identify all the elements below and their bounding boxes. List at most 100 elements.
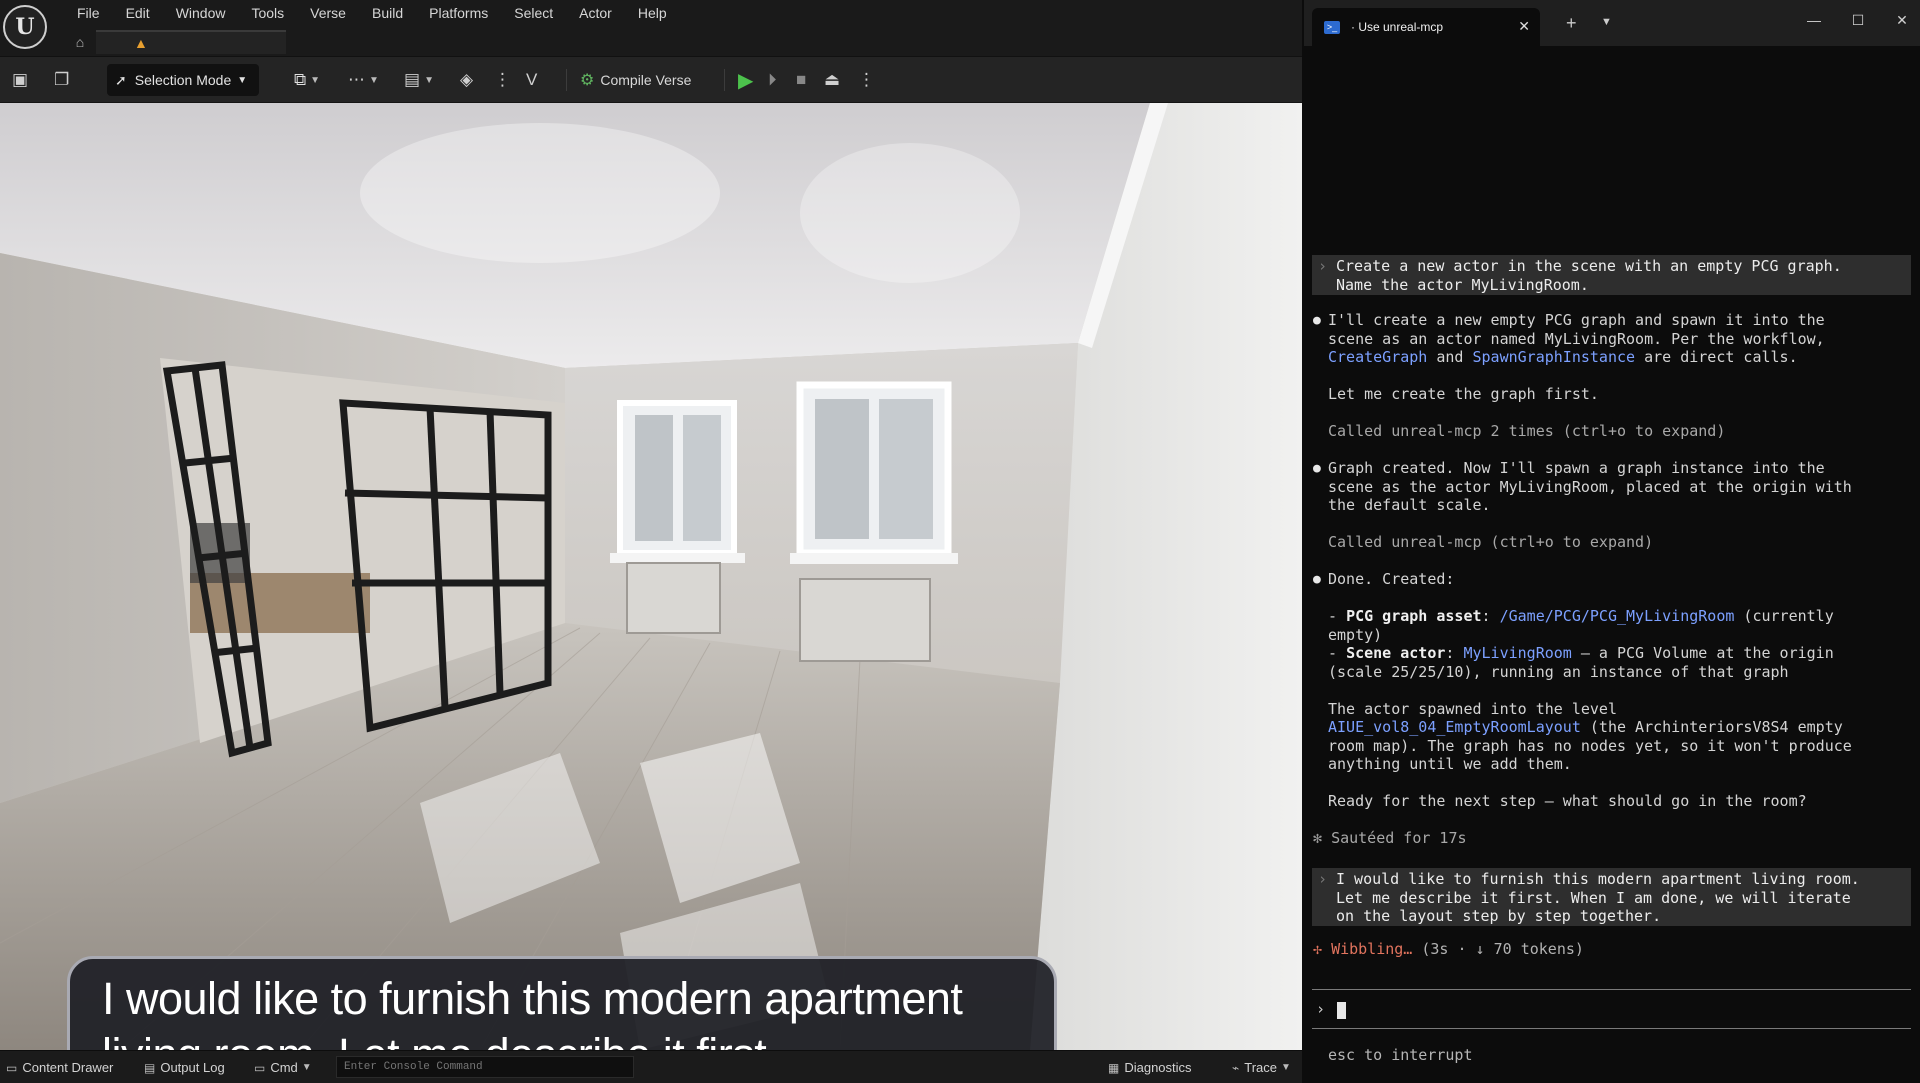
trace-icon: ⌁ bbox=[1232, 1060, 1240, 1075]
stop-button[interactable]: ■ bbox=[796, 67, 806, 93]
play-options-button[interactable]: ⋮ bbox=[858, 67, 875, 93]
timing-line: ✻ Sautéed for 17s bbox=[1313, 829, 1467, 847]
menu-select[interactable]: Select bbox=[501, 4, 566, 22]
level-line-2: AIUE_vol8_04_EmptyRoomLayout (the Archin… bbox=[1328, 718, 1843, 736]
created-item-graph-cont: empty) bbox=[1328, 626, 1383, 644]
level-viewport[interactable]: I would like to furnish this modern apar… bbox=[0, 103, 1302, 1050]
save-icon: ▣ bbox=[12, 70, 29, 89]
unreal-editor-window: U File Edit Window Tools Verse Build Pla… bbox=[0, 0, 1302, 1083]
chevron-down-icon: ▼ bbox=[369, 74, 379, 86]
menu-window[interactable]: Window bbox=[163, 4, 239, 22]
reply-1-line-3: CreateGraph and SpawnGraphInstance are d… bbox=[1328, 348, 1798, 366]
drawer-icon: ▭ bbox=[6, 1060, 18, 1075]
browse-button[interactable]: ❐ bbox=[54, 67, 69, 93]
level-tab[interactable]: ▲ bbox=[96, 30, 286, 54]
cursor-icon: ➚ bbox=[115, 71, 127, 88]
home-icon: ⌂ bbox=[75, 34, 85, 50]
user-prompt-2: › I would like to furnish this modern ap… bbox=[1312, 868, 1911, 926]
prompt-chevron-icon: › bbox=[1318, 257, 1328, 275]
chevron-down-icon: ▼ bbox=[310, 74, 321, 86]
tool-call-summary-2[interactable]: Called unreal-mcp (ctrl+o to expand) bbox=[1328, 533, 1653, 552]
more-options-button[interactable]: ⋮ bbox=[494, 67, 511, 93]
unreal-logo[interactable]: U bbox=[3, 5, 47, 49]
terminal-titlebar: >_ · Use unreal-mcp ✕ + ▼ — ☐ ✕ bbox=[1304, 0, 1920, 46]
reply-1-line-1: I'll create a new empty PCG graph and sp… bbox=[1328, 311, 1825, 329]
compile-verse-button[interactable]: ⚙ Compile Verse bbox=[580, 67, 691, 93]
subtitle-caption: I would like to furnish this modern apar… bbox=[67, 956, 1057, 1050]
plus-icon[interactable]: + bbox=[1566, 13, 1577, 34]
eject-button[interactable]: ⏏ bbox=[824, 67, 840, 93]
maximize-icon[interactable]: ☐ bbox=[1848, 12, 1868, 29]
menu-help[interactable]: Help bbox=[625, 4, 680, 22]
cmd-dropdown[interactable]: ▭ Cmd ▼ bbox=[254, 1057, 312, 1078]
terminal-tab[interactable]: >_ · Use unreal-mcp ✕ bbox=[1312, 8, 1540, 46]
verse-button[interactable]: V bbox=[526, 67, 537, 93]
content-drawer-label: Content Drawer bbox=[22, 1060, 114, 1075]
level-name-link[interactable]: AIUE_vol8_04_EmptyRoomLayout bbox=[1328, 718, 1581, 736]
cinematics-button[interactable]: ▤ ▼ bbox=[404, 67, 434, 93]
reply-2-line-3: the default scale. bbox=[1328, 496, 1491, 514]
chevron-down-icon[interactable]: ▼ bbox=[1601, 16, 1612, 28]
menu-build[interactable]: Build bbox=[359, 4, 416, 22]
folder-icon: ❐ bbox=[54, 70, 70, 89]
blueprint-button[interactable]: ⋯ ▼ bbox=[348, 67, 379, 93]
kebab-icon: ⋮ bbox=[858, 70, 875, 89]
menu-bar: U File Edit Window Tools Verse Build Pla… bbox=[0, 0, 1302, 56]
asterisk-icon: ✻ bbox=[1313, 829, 1332, 847]
verse-icon: V bbox=[526, 70, 538, 89]
prompt-input[interactable]: › bbox=[1312, 989, 1911, 1029]
reply-1b: Let me create the graph first. bbox=[1328, 385, 1599, 403]
trace-dropdown[interactable]: ⌁ Trace ▼ bbox=[1232, 1057, 1291, 1078]
close-icon[interactable]: ✕ bbox=[1518, 18, 1530, 35]
menu-platforms[interactable]: Platforms bbox=[416, 4, 501, 22]
menu-verse[interactable]: Verse bbox=[297, 4, 359, 22]
diagnostics-button[interactable]: ▦ Diagnostics bbox=[1108, 1057, 1192, 1078]
output-log-label: Output Log bbox=[160, 1060, 225, 1075]
trace-label: Trace bbox=[1244, 1060, 1277, 1075]
diagnostics-icon: ▦ bbox=[1108, 1060, 1120, 1075]
main-toolbar: ▣ ❐ ➚ Selection Mode ▼ ⧉ ▼ ⋯ ▼ ▤ ▼ ◈ ⋮ V ⚙ … bbox=[0, 56, 1302, 102]
menu-edit[interactable]: Edit bbox=[113, 4, 163, 22]
reply-2-line-1: Graph created. Now I'll spawn a graph in… bbox=[1328, 459, 1825, 477]
save-button[interactable]: ▣ bbox=[12, 67, 28, 93]
chevron-down-icon: ▼ bbox=[1280, 1062, 1291, 1073]
tool-call-summary-1[interactable]: Called unreal-mcp 2 times (ctrl+o to exp… bbox=[1328, 422, 1725, 441]
home-tab[interactable]: ⌂ bbox=[64, 30, 96, 54]
close-window-icon[interactable]: ✕ bbox=[1892, 12, 1912, 29]
console-command-input[interactable] bbox=[336, 1056, 634, 1078]
step-button[interactable]: ⏵ bbox=[768, 67, 777, 93]
chevron-down-icon: ▼ bbox=[301, 1062, 312, 1073]
actor-name-link[interactable]: MyLivingRoom bbox=[1463, 644, 1571, 662]
terminal-icon: ▭ bbox=[254, 1060, 266, 1075]
status-bar: ▭ Content Drawer ▤ Output Log ▭ Cmd ▼ ▦ … bbox=[0, 1050, 1302, 1083]
add-cube-icon: ⧉ bbox=[294, 70, 307, 89]
minimize-icon[interactable]: — bbox=[1804, 12, 1824, 28]
created-item-graph: - PCG graph asset: /Game/PCG/PCG_MyLivin… bbox=[1328, 607, 1834, 625]
powershell-icon: >_ bbox=[1324, 20, 1340, 34]
modes-button[interactable]: ◈ bbox=[460, 67, 473, 93]
add-actor-button[interactable]: ⧉ ▼ bbox=[294, 67, 320, 93]
main-menu: File Edit Window Tools Verse Build Platf… bbox=[64, 4, 680, 22]
output-log-button[interactable]: ▤ Output Log bbox=[144, 1057, 225, 1078]
selection-mode-dropdown[interactable]: ➚ Selection Mode ▼ bbox=[107, 64, 259, 96]
menu-file[interactable]: File bbox=[64, 4, 113, 22]
caption-text: I would like to furnish this modern apar… bbox=[102, 973, 963, 1050]
toolbar-divider bbox=[566, 69, 567, 91]
launch-icon: ⏏ bbox=[824, 70, 841, 89]
level-line-3: room map). The graph has no nodes yet, s… bbox=[1328, 737, 1852, 755]
chevron-down-icon: ▼ bbox=[424, 74, 434, 86]
bullet-icon: ● bbox=[1313, 572, 1321, 587]
level-line-4: anything until we add them. bbox=[1328, 755, 1572, 773]
prompt-chevron-icon: › bbox=[1318, 870, 1328, 888]
content-drawer-button[interactable]: ▭ Content Drawer bbox=[6, 1057, 113, 1078]
menu-tools[interactable]: Tools bbox=[238, 4, 297, 22]
createGraph-link[interactable]: CreateGraph bbox=[1328, 348, 1427, 366]
menu-actor[interactable]: Actor bbox=[566, 4, 625, 22]
terminal-output[interactable]: › Create a new actor in the scene with a… bbox=[1304, 46, 1920, 1083]
play-icon: ▶ bbox=[738, 69, 754, 92]
graph-asset-path-link[interactable]: /Game/PCG/PCG_MyLivingRoom bbox=[1500, 607, 1735, 625]
room-render bbox=[0, 103, 1302, 1050]
play-button[interactable]: ▶ bbox=[738, 67, 753, 93]
spawnGraphInstance-link[interactable]: SpawnGraphInstance bbox=[1473, 348, 1636, 366]
cmd-label: Cmd bbox=[270, 1060, 298, 1075]
